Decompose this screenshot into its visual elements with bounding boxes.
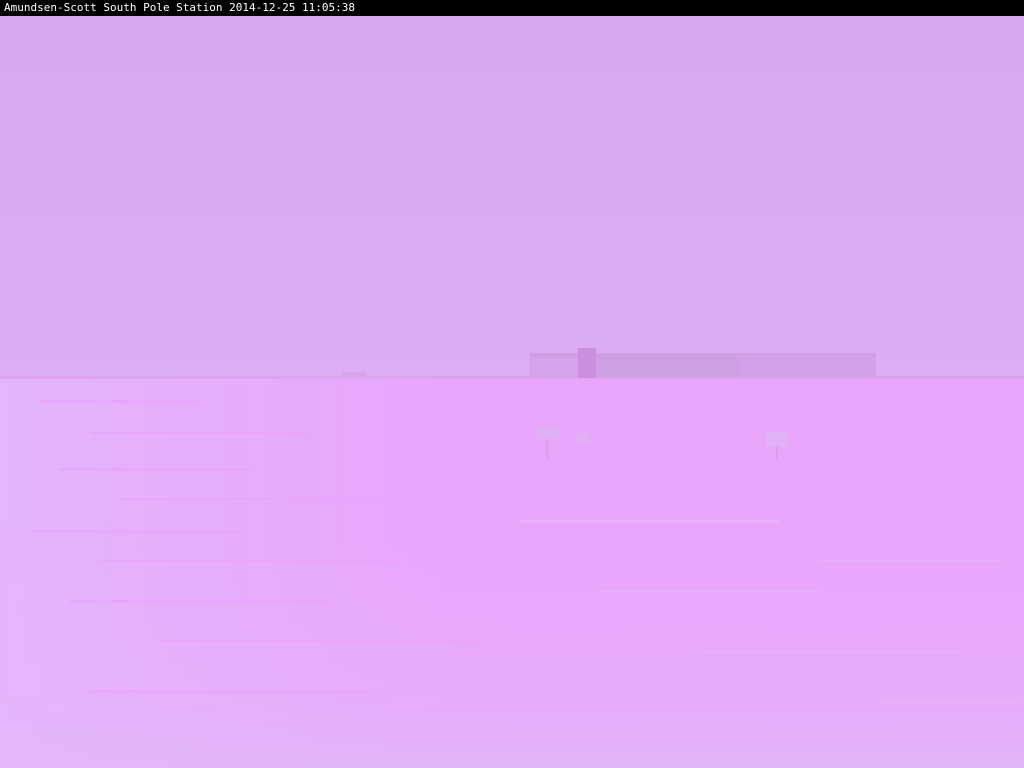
distant-structure bbox=[342, 372, 366, 378]
webcam-frame: Amundsen-Scott South Pole Station 2014-1… bbox=[0, 0, 1024, 768]
station-building-left-wing bbox=[530, 357, 578, 377]
flag-marker-mid bbox=[576, 434, 590, 444]
snow-foreground-light bbox=[0, 520, 1024, 768]
scene-overlay bbox=[0, 348, 1024, 768]
webcam-caption: Amundsen-Scott South Pole Station 2014-1… bbox=[4, 1, 355, 14]
station-building-right-wing bbox=[740, 356, 876, 377]
caption-bar: Amundsen-Scott South Pole Station 2014-1… bbox=[0, 0, 1024, 16]
station-tower bbox=[578, 348, 596, 378]
